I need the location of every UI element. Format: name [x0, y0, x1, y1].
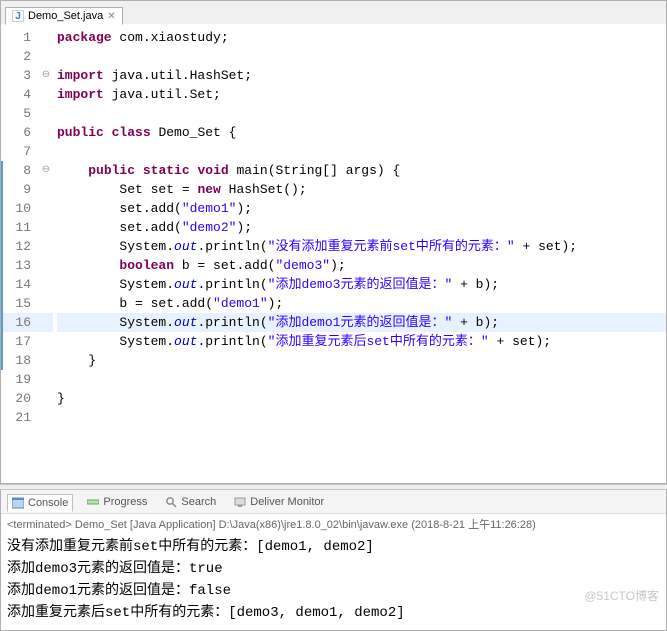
code-line[interactable]: set.add("demo2");	[57, 218, 666, 237]
code-line[interactable]: boolean b = set.add("demo3");	[57, 256, 666, 275]
line-number: 9	[1, 180, 39, 199]
code-line[interactable]: }	[57, 389, 666, 408]
fold-spacer	[39, 28, 53, 47]
fold-spacer	[39, 389, 53, 408]
line-number: 10	[1, 199, 39, 218]
fold-spacer	[39, 313, 53, 332]
fold-toggle-icon[interactable]: ⊖	[39, 66, 53, 85]
close-icon[interactable]: ✕	[107, 11, 115, 22]
fold-spacer	[39, 294, 53, 313]
java-file-icon: J	[12, 10, 24, 22]
fold-spacer	[39, 408, 53, 427]
tab-progress[interactable]: Progress	[83, 494, 151, 510]
tab-deliver-monitor[interactable]: Deliver Monitor	[230, 494, 328, 510]
line-number: 5	[1, 104, 39, 123]
code-line[interactable]: System.out.println("添加demo1元素的返回值是：" + b…	[57, 313, 666, 332]
view-tabs: Console Progress Search Deliver Monitor	[1, 490, 666, 514]
fold-spacer	[39, 351, 53, 370]
code-line[interactable]	[57, 408, 666, 427]
line-number: 3	[1, 66, 39, 85]
launch-path: D:\Java(x86)\jre1.8.0_02\bin\javaw.exe	[219, 519, 409, 531]
line-number: 14	[1, 275, 39, 294]
console-output[interactable]: 没有添加重复元素前set中所有的元素：[demo1, demo2]添加demo3…	[1, 534, 666, 630]
line-number: 13	[1, 256, 39, 275]
editor-tab-bar: J Demo_Set.java ✕	[0, 0, 667, 24]
tab-console[interactable]: Console	[7, 494, 73, 512]
code-line[interactable]: public static void main(String[] args) {	[57, 161, 666, 180]
line-number: 21	[1, 408, 39, 427]
console-icon	[12, 497, 24, 509]
console-line: 添加重复元素后set中所有的元素：[demo3, demo1, demo2]	[7, 602, 660, 624]
fold-spacer	[39, 275, 53, 294]
code-line[interactable]: package com.xiaostudy;	[57, 28, 666, 47]
tab-console-label: Console	[28, 497, 68, 509]
editor-tab-active[interactable]: J Demo_Set.java ✕	[5, 7, 123, 25]
line-number: 11	[1, 218, 39, 237]
fold-spacer	[39, 85, 53, 104]
code-line[interactable]: public class Demo_Set {	[57, 123, 666, 142]
code-line[interactable]: import java.util.HashSet;	[57, 66, 666, 85]
line-number: 12	[1, 237, 39, 256]
code-line[interactable]: set.add("demo1");	[57, 199, 666, 218]
console-line: 添加demo1元素的返回值是：false	[7, 580, 660, 602]
line-number: 1	[1, 28, 39, 47]
fold-spacer	[39, 180, 53, 199]
code-editor[interactable]: 123456789101112131415161718192021 ⊖⊖ pac…	[0, 24, 667, 484]
console-line: 添加demo3元素的返回值是：true	[7, 558, 660, 580]
fold-spacer	[39, 199, 53, 218]
source-code[interactable]: package com.xiaostudy; import java.util.…	[53, 24, 666, 431]
fold-spacer	[39, 123, 53, 142]
code-line[interactable]: System.out.println("添加重复元素后set中所有的元素：" +…	[57, 332, 666, 351]
launch-status: <terminated>	[7, 519, 72, 531]
fold-spacer	[39, 256, 53, 275]
fold-spacer	[39, 237, 53, 256]
monitor-icon	[234, 496, 246, 508]
editor-tab-filename: Demo_Set.java	[28, 10, 103, 22]
line-number: 2	[1, 47, 39, 66]
tab-progress-label: Progress	[103, 496, 147, 508]
code-line[interactable]: System.out.println("没有添加重复元素前set中所有的元素："…	[57, 237, 666, 256]
line-number: 16	[1, 313, 39, 332]
tab-deliver-label: Deliver Monitor	[250, 496, 324, 508]
code-line[interactable]: b = set.add("demo1");	[57, 294, 666, 313]
fold-spacer	[39, 218, 53, 237]
line-number: 8	[1, 161, 39, 180]
fold-spacer	[39, 47, 53, 66]
console-line: 没有添加重复元素前set中所有的元素：[demo1, demo2]	[7, 536, 660, 558]
launch-name: Demo_Set [Java Application]	[75, 519, 216, 531]
code-line[interactable]	[57, 370, 666, 389]
line-number: 20	[1, 389, 39, 408]
line-number: 15	[1, 294, 39, 313]
code-line[interactable]: import java.util.Set;	[57, 85, 666, 104]
fold-spacer	[39, 332, 53, 351]
code-line[interactable]: Set set = new HashSet();	[57, 180, 666, 199]
code-line[interactable]: System.out.println("添加demo3元素的返回值是：" + b…	[57, 275, 666, 294]
line-number-gutter: 123456789101112131415161718192021	[1, 24, 39, 431]
fold-spacer	[39, 370, 53, 389]
line-number: 4	[1, 85, 39, 104]
fold-column[interactable]: ⊖⊖	[39, 24, 53, 431]
launch-info: <terminated> Demo_Set [Java Application]…	[1, 514, 666, 534]
tab-search-label: Search	[181, 496, 216, 508]
line-number: 17	[1, 332, 39, 351]
bottom-panel: Console Progress Search Deliver Monitor …	[0, 490, 667, 631]
fold-spacer	[39, 104, 53, 123]
line-number: 7	[1, 142, 39, 161]
fold-toggle-icon[interactable]: ⊖	[39, 161, 53, 180]
code-line[interactable]	[57, 142, 666, 161]
search-icon	[165, 496, 177, 508]
line-number: 19	[1, 370, 39, 389]
code-line[interactable]	[57, 47, 666, 66]
code-line[interactable]	[57, 104, 666, 123]
line-number: 6	[1, 123, 39, 142]
launch-time: (2018-8-21 上午11:26:28)	[411, 519, 536, 531]
progress-icon	[87, 496, 99, 508]
fold-spacer	[39, 142, 53, 161]
code-line[interactable]: }	[57, 351, 666, 370]
tab-search[interactable]: Search	[161, 494, 220, 510]
line-number: 18	[1, 351, 39, 370]
